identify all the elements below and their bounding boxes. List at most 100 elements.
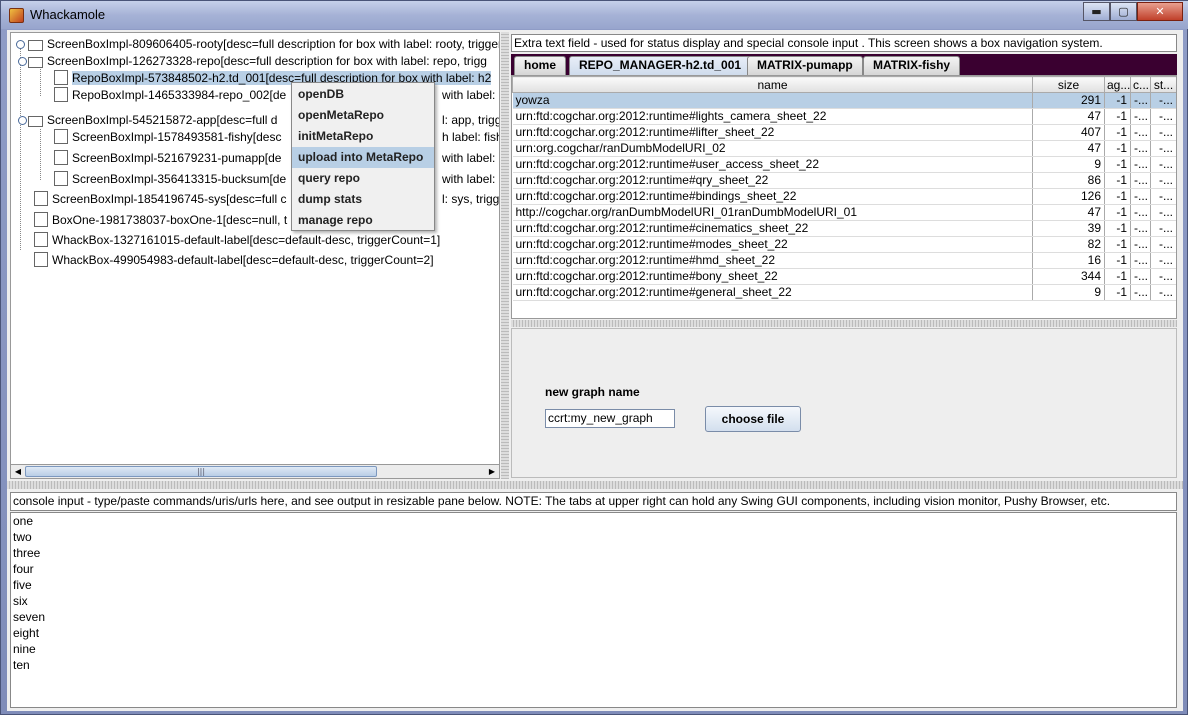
table-row[interactable]: urn:ftd:cogchar.org:2012:runtime#qry_she… (512, 172, 1176, 189)
vertical-split-divider[interactable] (501, 32, 509, 479)
tree-node-app[interactable]: ScreenBoxImpl-545215872-app[desc=full d (28, 112, 277, 129)
collapse-toggle-icon[interactable] (18, 57, 27, 66)
file-icon (34, 252, 48, 267)
tree-node-tail: h label: fishy (442, 130, 499, 144)
tab-home[interactable]: home (514, 56, 567, 75)
cell-c: -... (1130, 92, 1151, 109)
file-icon (54, 171, 68, 186)
menu-item-opendb[interactable]: openDB (292, 84, 434, 105)
collapse-toggle-icon[interactable] (16, 40, 25, 49)
cell-size: 47 (1032, 204, 1105, 221)
cell-name: http://cogchar.org/ranDumbModelURI_01ran… (512, 204, 1033, 221)
tree-node-boxone[interactable]: BoxOne-1981738037-boxOne-1[desc=null, t (34, 212, 287, 229)
cell-ag: -1 (1104, 172, 1131, 189)
tree-node-repo[interactable]: ScreenBoxImpl-126273328-repo[desc=full d… (28, 53, 487, 70)
tree-node-whackbox-1[interactable]: WhackBox-1327161015-default-label[desc=d… (34, 232, 440, 249)
java-app-icon (9, 8, 24, 23)
main-split-divider[interactable] (7, 481, 1183, 489)
table-row[interactable]: urn:ftd:cogchar.org:2012:runtime#modes_s… (512, 236, 1176, 253)
cell-name: urn:ftd:cogchar.org:2012:runtime#modes_s… (512, 236, 1033, 253)
folder-icon (28, 40, 43, 51)
tree-node-repo-002[interactable]: RepoBoxImpl-1465333984-repo_002[de (54, 87, 286, 104)
cell-c: -... (1130, 220, 1151, 237)
file-icon (34, 232, 48, 247)
table-row[interactable]: yowza 291 -1 -... -... (512, 92, 1176, 109)
menu-item-query-repo[interactable]: query repo (292, 168, 434, 189)
tree-node-pumapp[interactable]: ScreenBoxImpl-521679231-pumapp[de (54, 150, 281, 167)
table-row[interactable]: urn:ftd:cogchar.org:2012:runtime#bony_sh… (512, 268, 1176, 285)
tree-node-sys[interactable]: ScreenBoxImpl-1854196745-sys[desc=full c (34, 191, 286, 208)
cell-size: 47 (1032, 140, 1105, 157)
folder-icon (28, 116, 43, 127)
col-header-c[interactable]: c... (1130, 76, 1151, 93)
file-icon (54, 70, 68, 85)
console-input[interactable]: console input - type/paste commands/uris… (10, 492, 1177, 511)
col-header-ag[interactable]: ag... (1104, 76, 1131, 93)
tree-node-whackbox-2[interactable]: WhackBox-499054983-default-label[desc=de… (34, 252, 434, 269)
table-row[interactable]: urn:ftd:cogchar.org:2012:runtime#cinemat… (512, 220, 1176, 237)
col-header-st[interactable]: st... (1150, 76, 1176, 93)
file-icon (54, 87, 68, 102)
cell-ag: -1 (1104, 236, 1131, 253)
console-output[interactable]: one two three four five six seven eight … (10, 512, 1177, 708)
title-bar[interactable]: Whackamole ▬ ▢ ✕ (1, 1, 1188, 29)
cell-st: -... (1150, 140, 1176, 157)
col-header-name[interactable]: name (512, 76, 1033, 93)
cell-c: -... (1130, 204, 1151, 221)
table-row[interactable]: urn:ftd:cogchar.org:2012:runtime#hmd_she… (512, 252, 1176, 269)
menu-item-manage-repo[interactable]: manage repo (292, 210, 434, 231)
scroll-right-icon[interactable]: ▶ (486, 466, 498, 477)
scroll-left-icon[interactable]: ◀ (12, 466, 24, 477)
tab-matrix-fishy[interactable]: MATRIX-fishy (863, 56, 961, 75)
menu-item-upload-into-metarepo[interactable]: upload into MetaRepo (292, 147, 434, 168)
scroll-thumb[interactable]: ||| (25, 466, 377, 477)
maximize-button[interactable]: ▢ (1110, 2, 1137, 21)
cell-size: 47 (1032, 108, 1105, 125)
menu-item-dump-stats[interactable]: dump stats (292, 189, 434, 210)
cell-size: 9 (1032, 284, 1105, 301)
menu-item-initmetarepo[interactable]: initMetaRepo (292, 126, 434, 147)
client-area: ScreenBoxImpl-809606405-rooty[desc=full … (7, 30, 1183, 711)
app-window: Whackamole ▬ ▢ ✕ ScreenBoxImpl-809606405… (0, 0, 1188, 715)
table-row[interactable]: urn:ftd:cogchar.org:2012:runtime#binding… (512, 188, 1176, 205)
table-row[interactable]: urn:org.cogchar/ranDumbModelURI_02 47 -1 -.… (512, 140, 1176, 157)
tree-node-bucksum[interactable]: ScreenBoxImpl-356413315-bucksum[de (54, 171, 286, 188)
table-row[interactable]: urn:ftd:cogchar.org:2012:runtime#general… (512, 284, 1176, 301)
repo-table[interactable]: name size ag... c... st... yowza 291 -1 -..… (511, 75, 1177, 319)
close-button[interactable]: ✕ (1137, 2, 1183, 21)
cell-st: -... (1150, 284, 1176, 301)
tree-horizontal-scrollbar[interactable]: ◀ ||| ▶ (10, 464, 500, 479)
tree-guide-line (40, 129, 41, 180)
cell-name: urn:ftd:cogchar.org:2012:runtime#binding… (512, 188, 1033, 205)
cell-c: -... (1130, 268, 1151, 285)
tab-matrix-pumapp[interactable]: MATRIX-pumapp (747, 56, 863, 75)
folder-icon (28, 57, 43, 68)
console-line: four (13, 562, 34, 576)
tree-node-tail: with label: b (442, 172, 500, 186)
file-icon (54, 150, 68, 165)
collapse-toggle-icon[interactable] (18, 116, 27, 125)
minimize-button[interactable]: ▬ (1083, 2, 1110, 21)
new-graph-panel: new graph name ccrt:my_new_graph choose … (511, 328, 1177, 478)
table-row[interactable]: http://cogchar.org/ranDumbModelURI_01ran… (512, 204, 1176, 221)
table-row[interactable]: urn:ftd:cogchar.org:2012:runtime#lifter_… (512, 124, 1176, 141)
table-row[interactable]: urn:ftd:cogchar.org:2012:runtime#user_ac… (512, 156, 1176, 173)
menu-item-openmetarepo[interactable]: openMetaRepo (292, 105, 434, 126)
cell-c: -... (1130, 156, 1151, 173)
choose-file-button[interactable]: choose file (705, 406, 801, 432)
cell-ag: -1 (1104, 252, 1131, 269)
table-row[interactable]: urn:ftd:cogchar.org:2012:runtime#lights_… (512, 108, 1176, 125)
new-graph-name-input[interactable]: ccrt:my_new_graph (545, 409, 675, 428)
tree-node-rooty[interactable]: ScreenBoxImpl-809606405-rooty[desc=full … (28, 36, 499, 53)
right-split-divider[interactable] (511, 320, 1177, 327)
tree-node-tail: with label: pu (442, 151, 499, 165)
tree-node-tail: l: app, trigge (442, 113, 499, 127)
cell-name: urn:ftd:cogchar.org:2012:runtime#lights_… (512, 108, 1033, 125)
cell-ag: -1 (1104, 140, 1131, 157)
cell-ag: -1 (1104, 124, 1131, 141)
console-line: five (13, 578, 32, 592)
tab-repo-manager[interactable]: REPO_MANAGER-h2.td_001 (569, 56, 752, 75)
tree-node-fishy[interactable]: ScreenBoxImpl-1578493581-fishy[desc (54, 129, 281, 146)
col-header-size[interactable]: size (1032, 76, 1105, 93)
status-field[interactable]: Extra text field - used for status displ… (511, 34, 1177, 52)
